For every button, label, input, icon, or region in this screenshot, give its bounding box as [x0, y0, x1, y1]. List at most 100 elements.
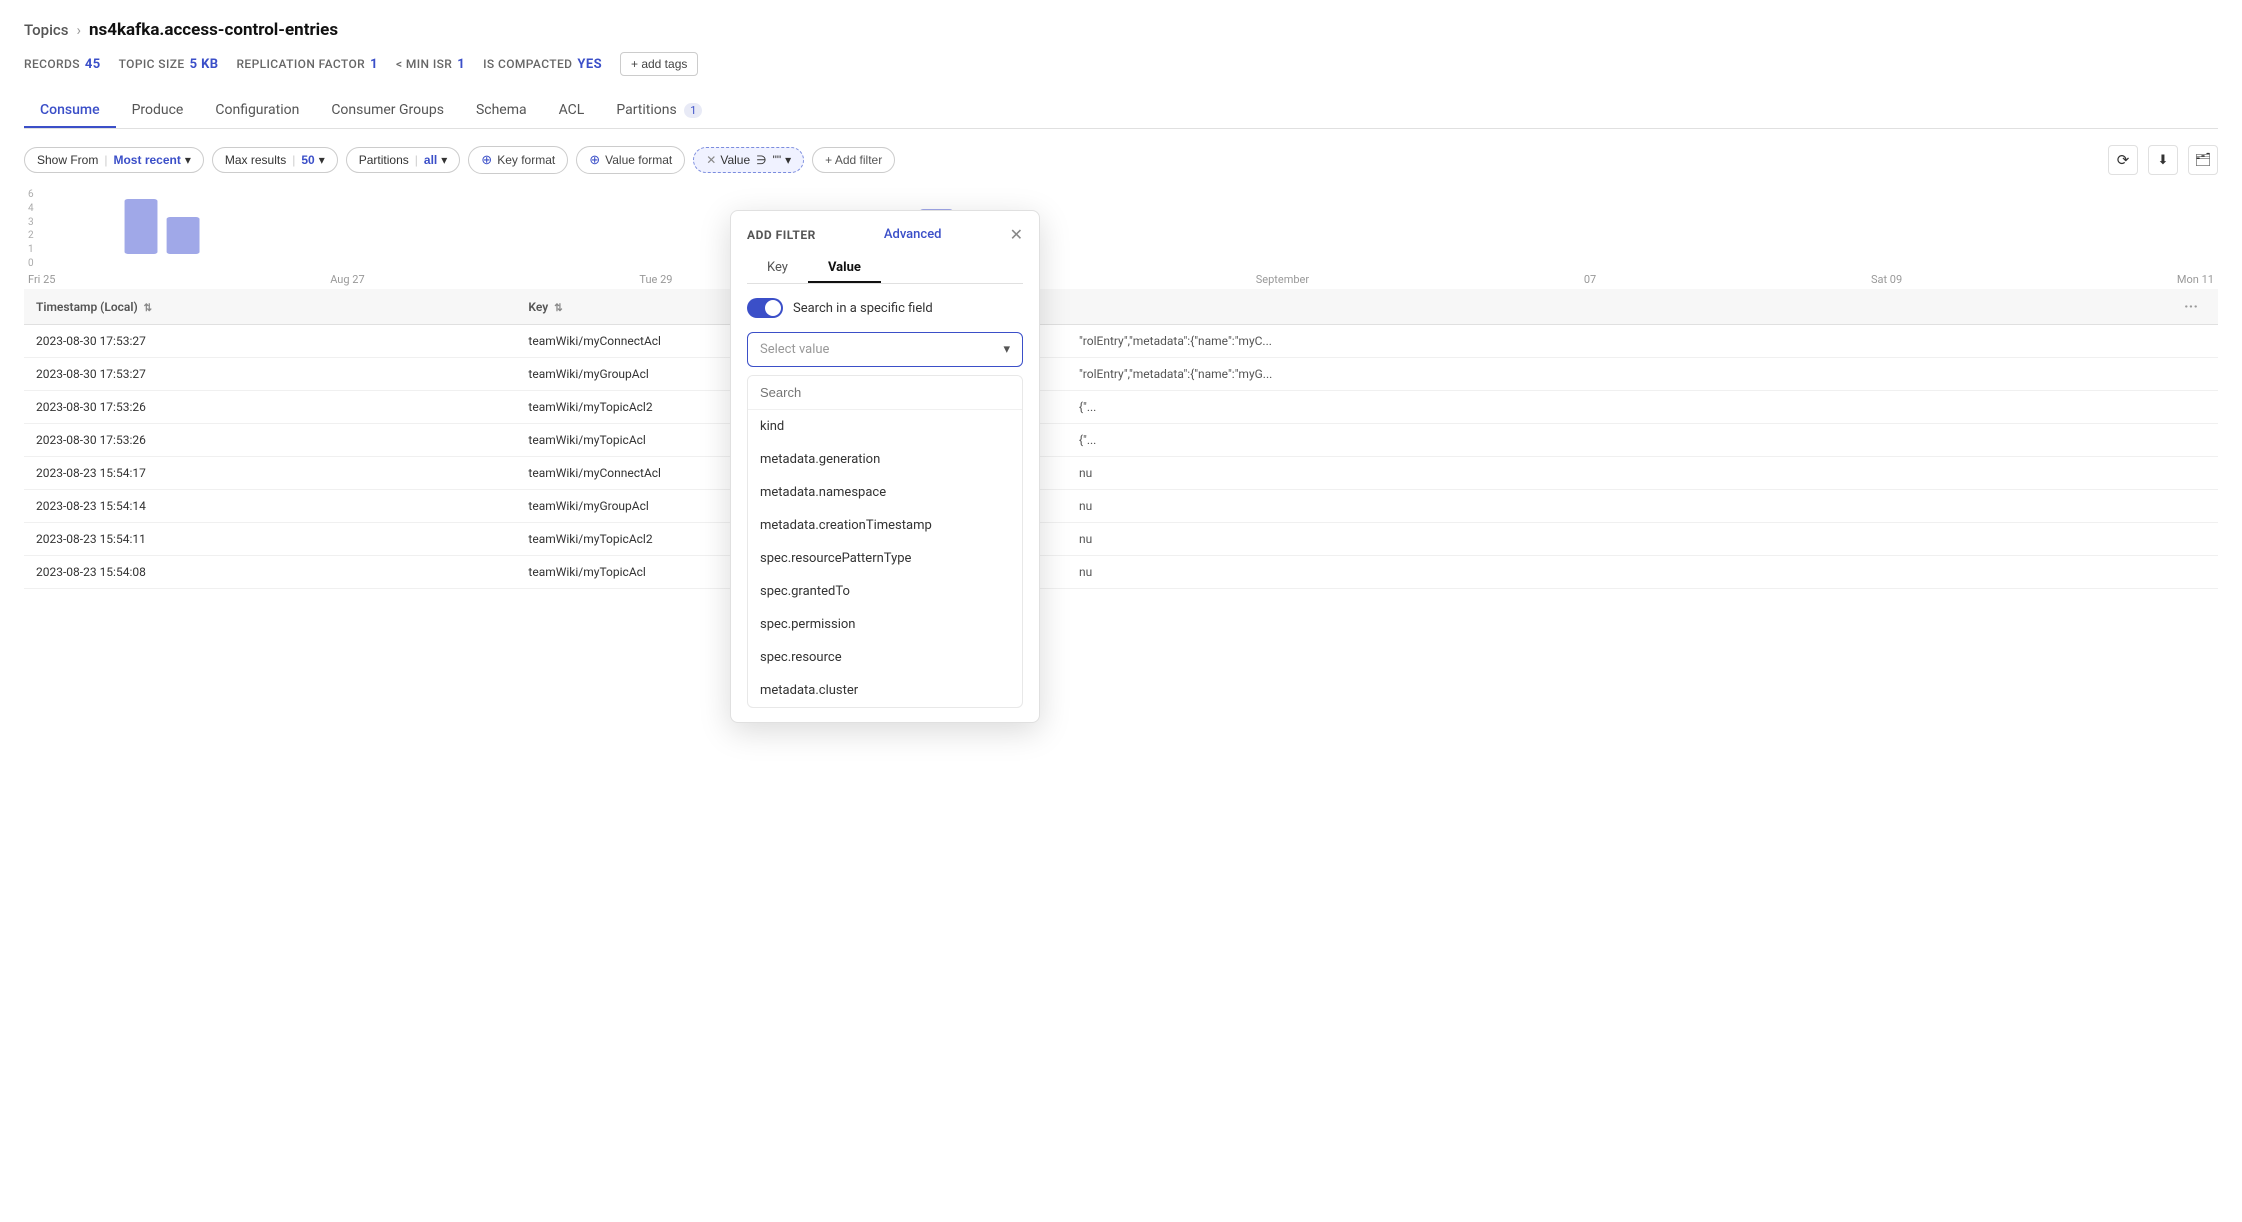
topic-size-value: 5 KB: [190, 57, 219, 72]
field-option[interactable]: metadata.generation: [748, 443, 1022, 476]
cell-value: nu: [1067, 457, 2164, 490]
sort-icon-timestamp: ⇅: [144, 303, 152, 314]
cell-timestamp: 2023-08-23 15:54:17: [24, 457, 516, 490]
table-row[interactable]: 2023-08-23 15:54:14 teamWiki/myGroupAcl …: [24, 490, 2218, 523]
cell-value: nu: [1067, 556, 2164, 589]
records-label: RECORDS: [24, 57, 80, 71]
filter-value: "": [773, 153, 782, 167]
chevron-down-icon-2: ▾: [319, 153, 325, 167]
cell-actions: [2164, 325, 2218, 358]
field-search-input[interactable]: [748, 376, 1022, 410]
more-button-header[interactable]: ···: [2176, 295, 2206, 318]
records-table: Timestamp (Local) ⇅ Key ⇅ ··· 2023-08-30…: [24, 289, 2218, 589]
field-option[interactable]: metadata.creationTimestamp: [748, 509, 1022, 542]
topic-size-meta: TOPIC SIZE 5 KB: [119, 57, 219, 72]
specific-field-row: Search in a specific field: [747, 298, 1023, 318]
sort-icon-key: ⇅: [554, 303, 562, 314]
partitions-button[interactable]: Partitions | all ▾: [346, 147, 461, 173]
table-row[interactable]: 2023-08-23 15:54:08 teamWiki/myTopicAcl …: [24, 556, 2218, 589]
table-row[interactable]: 2023-08-23 15:54:11 teamWiki/myTopicAcl2…: [24, 523, 2218, 556]
show-from-label: Show From: [37, 153, 98, 167]
filter-tab-key[interactable]: Key: [747, 254, 808, 283]
col-actions: ···: [2164, 289, 2218, 325]
chevron-down-icon-3: ▾: [441, 153, 447, 167]
max-results-button[interactable]: Max results | 50 ▾: [212, 147, 338, 173]
download-icon: ⬇: [2158, 153, 2169, 168]
replication-meta: REPLICATION FACTOR 1: [236, 57, 378, 72]
tab-produce[interactable]: Produce: [116, 94, 200, 128]
tab-acl[interactable]: ACL: [543, 94, 601, 128]
folder-button[interactable]: 🗂: [2188, 145, 2218, 175]
x-icon: ✕: [706, 153, 716, 167]
tab-consume[interactable]: Consume: [24, 94, 116, 128]
replication-label: REPLICATION FACTOR: [236, 57, 365, 71]
cell-actions: [2164, 523, 2218, 556]
add-filter-button[interactable]: + Add filter: [812, 147, 895, 173]
toggle-knob: [765, 300, 781, 316]
min-isr-label: < MIN ISR: [396, 57, 452, 71]
cell-actions: [2164, 457, 2218, 490]
col-value: [1067, 289, 2164, 325]
toolbar-right: ⟳ ⬇ 🗂: [2108, 145, 2218, 175]
show-from-button[interactable]: Show From | Most recent ▾: [24, 147, 204, 173]
select-value-dropdown[interactable]: Select value ▾: [747, 332, 1023, 367]
field-option[interactable]: metadata.cluster: [748, 674, 1022, 707]
cell-timestamp: 2023-08-30 17:53:26: [24, 391, 516, 424]
key-format-button[interactable]: ⊕ Key format: [468, 146, 568, 174]
filter-label: Value: [720, 153, 750, 167]
specific-field-label: Search in a specific field: [793, 301, 933, 316]
tab-consumer-groups[interactable]: Consumer Groups: [315, 94, 460, 128]
chart-area: 643210 Fri 25 Aug 27 Tue 29 Thu 31 Septe…: [24, 189, 2218, 279]
filter-body: Search in a specific field Select value …: [731, 284, 1039, 722]
field-option[interactable]: metadata.namespace: [748, 476, 1022, 509]
tab-schema[interactable]: Schema: [460, 94, 543, 128]
cell-actions: [2164, 556, 2218, 589]
cell-actions: [2164, 490, 2218, 523]
chart-svg: [24, 189, 2218, 269]
field-option[interactable]: spec.resourcePatternType: [748, 542, 1022, 575]
filter-advanced-button[interactable]: Advanced: [884, 227, 942, 242]
cell-value: nu: [1067, 523, 2164, 556]
refresh-icon: ⟳: [2117, 151, 2130, 169]
tab-partitions[interactable]: Partitions 1: [600, 94, 718, 128]
cell-value: {"...: [1067, 391, 2164, 424]
field-option[interactable]: spec.grantedTo: [748, 575, 1022, 608]
field-option[interactable]: spec.permission: [748, 608, 1022, 641]
value-format-label: Value format: [605, 153, 672, 167]
value-filter-button[interactable]: ✕ Value ∋ "" ▾: [693, 147, 804, 173]
field-option[interactable]: spec.resource: [748, 641, 1022, 674]
meta-row: RECORDS 45 TOPIC SIZE 5 KB REPLICATION F…: [24, 52, 2218, 76]
table-row[interactable]: 2023-08-30 17:53:27 teamWiki/myGroupAcl …: [24, 358, 2218, 391]
max-results-value: 50: [301, 153, 314, 167]
tab-configuration[interactable]: Configuration: [199, 94, 315, 128]
specific-field-toggle[interactable]: [747, 298, 783, 318]
chevron-down-icon-select: ▾: [1003, 342, 1010, 357]
value-format-button[interactable]: ⊕ Value format: [576, 146, 685, 174]
filter-tab-value[interactable]: Value: [808, 254, 881, 283]
compacted-meta: IS COMPACTED Yes: [483, 57, 602, 72]
compacted-value: Yes: [577, 57, 602, 72]
table-row[interactable]: 2023-08-30 17:53:26 teamWiki/myTopicAcl2…: [24, 391, 2218, 424]
filter-tabs: Key Value: [747, 254, 1023, 284]
filter-close-button[interactable]: ✕: [1010, 225, 1023, 244]
col-timestamp[interactable]: Timestamp (Local) ⇅: [24, 289, 516, 325]
field-option[interactable]: kind: [748, 410, 1022, 443]
refresh-button[interactable]: ⟳: [2108, 145, 2138, 175]
partitions-label: Partitions: [359, 153, 409, 167]
cell-value: "rolEntry","metadata":{"name":"myG...: [1067, 358, 2164, 391]
cell-actions: [2164, 424, 2218, 457]
filter-op: ∋: [756, 153, 766, 167]
select-placeholder: Select value: [760, 342, 829, 357]
compacted-label: IS COMPACTED: [483, 57, 572, 71]
key-format-label: Key format: [497, 153, 555, 167]
table-row[interactable]: 2023-08-23 15:54:17 teamWiki/myConnectAc…: [24, 457, 2218, 490]
table-row[interactable]: 2023-08-30 17:53:27 teamWiki/myConnectAc…: [24, 325, 2218, 358]
add-filter-label: + Add filter: [825, 153, 882, 167]
cell-timestamp: 2023-08-30 17:53:27: [24, 325, 516, 358]
download-button[interactable]: ⬇: [2148, 145, 2178, 175]
cell-timestamp: 2023-08-23 15:54:14: [24, 490, 516, 523]
table-row[interactable]: 2023-08-30 17:53:26 teamWiki/myTopicAcl …: [24, 424, 2218, 457]
add-tags-button[interactable]: + add tags: [620, 52, 698, 76]
breadcrumb-topics-link[interactable]: Topics: [24, 21, 68, 39]
cell-value: {"...: [1067, 424, 2164, 457]
